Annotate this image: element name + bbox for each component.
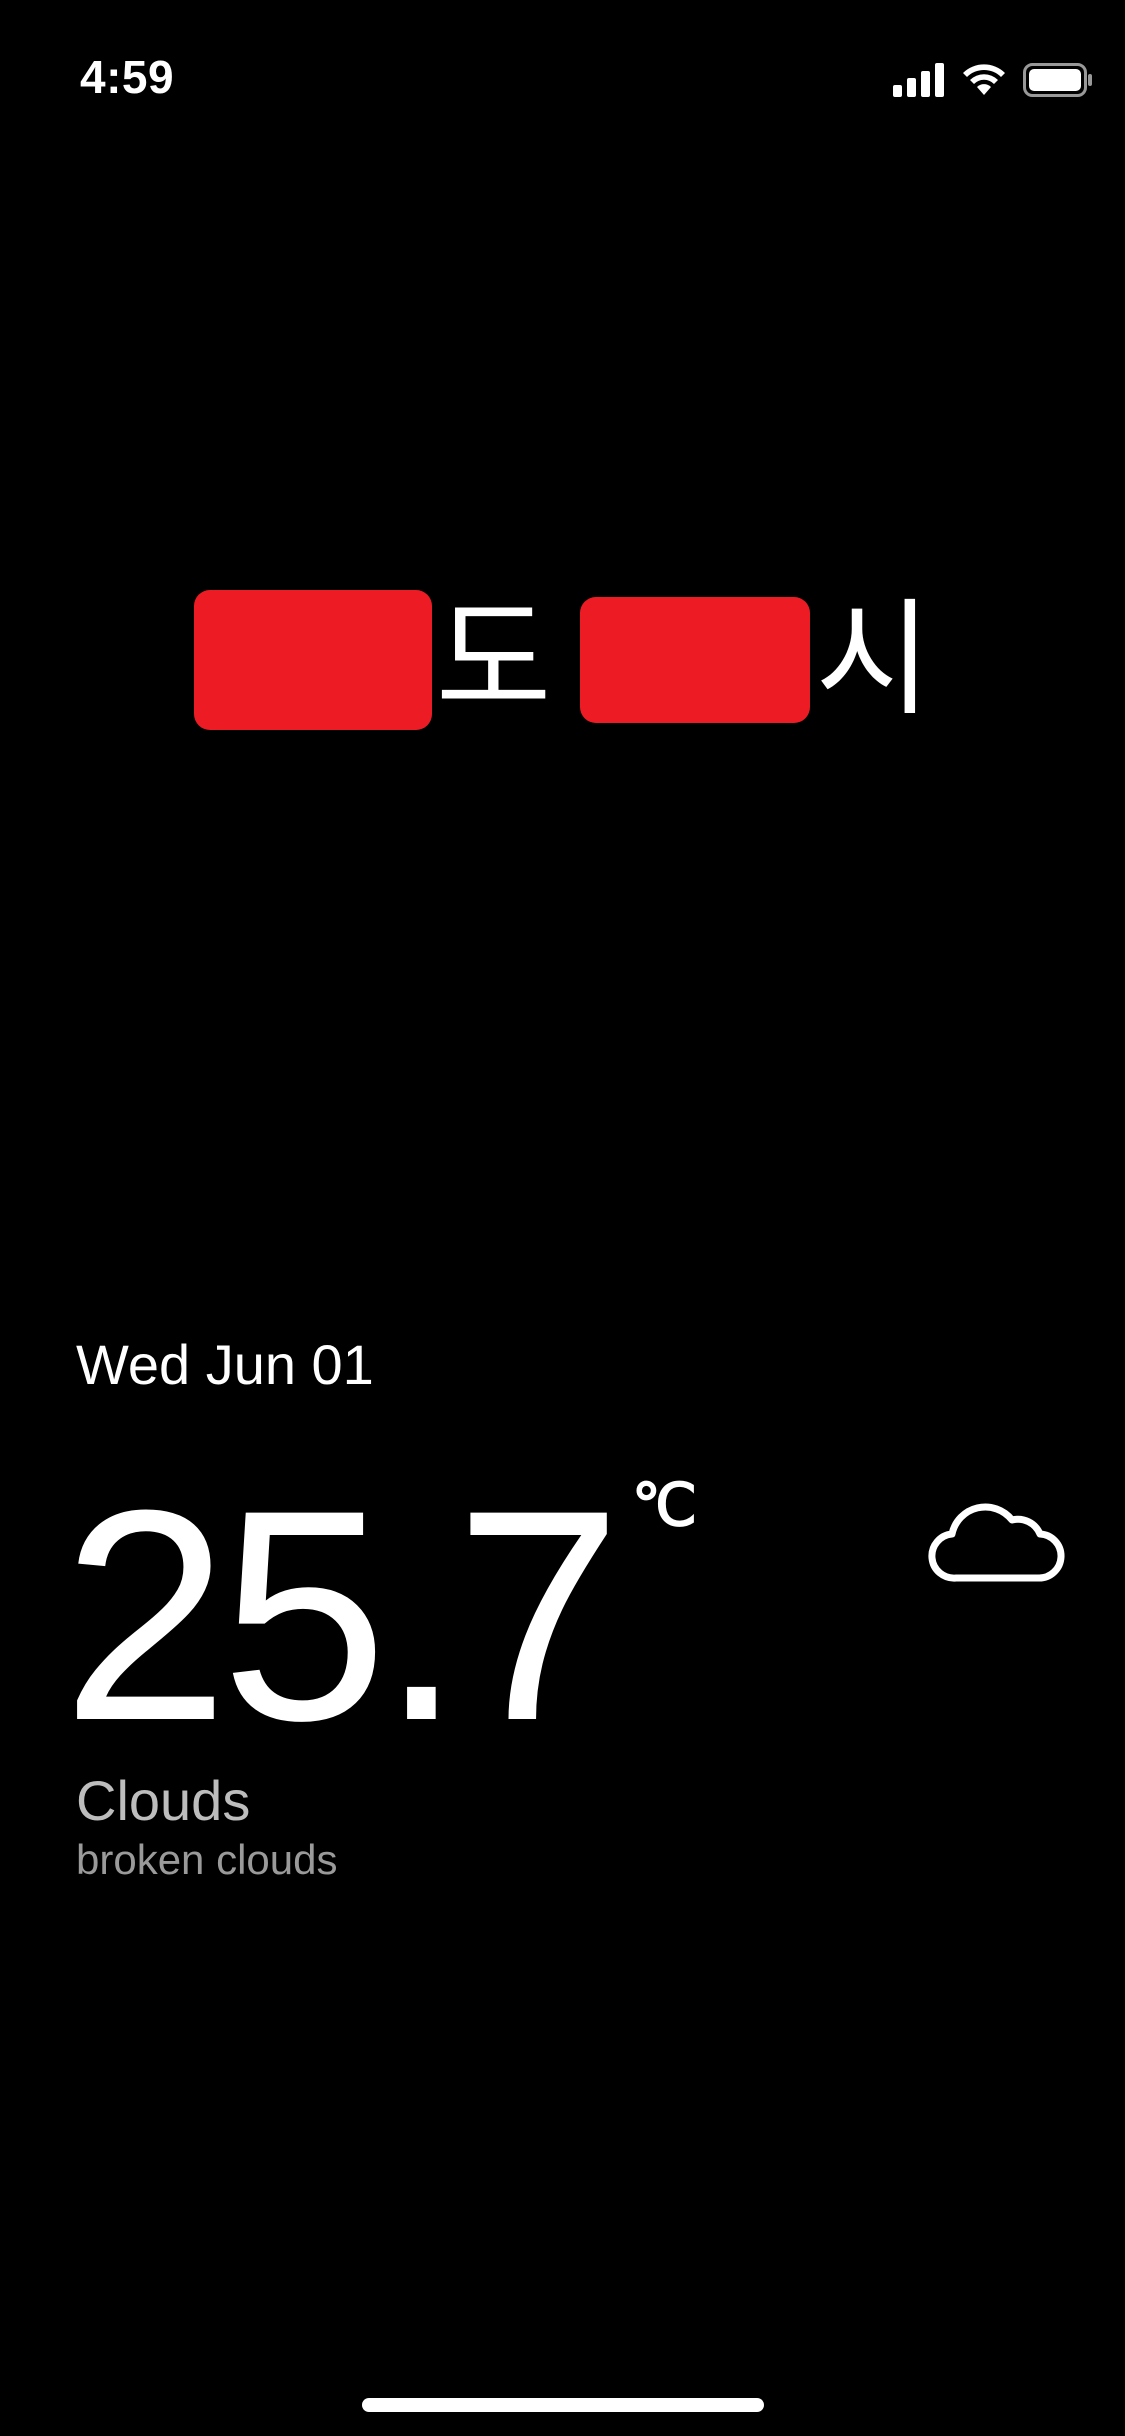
temperature-unit: ℃ (631, 1473, 698, 1538)
redacted-province (193, 590, 432, 730)
weather-description: broken clouds (76, 1836, 338, 1883)
cellular-signal-icon (893, 63, 945, 101)
status-bar: 4:59 (0, 0, 1125, 140)
province-suffix: 도 (435, 586, 552, 733)
status-icons (893, 62, 1093, 102)
battery-icon (1023, 63, 1093, 101)
date-label: Wed Jun 01 (76, 1333, 374, 1396)
temperature-value: 25.7 (62, 1447, 622, 1783)
location-title: 도 시 (0, 580, 1125, 740)
weather-main: Clouds (76, 1769, 251, 1832)
status-time: 4:59 (80, 51, 175, 103)
cloud-icon (926, 1490, 1066, 1590)
wifi-icon (961, 63, 1007, 101)
redacted-city (579, 597, 810, 723)
temperature-row: 25.7 ℃ (62, 1465, 698, 1765)
home-indicator[interactable] (362, 2398, 764, 2412)
city-suffix: 시 (815, 586, 932, 733)
